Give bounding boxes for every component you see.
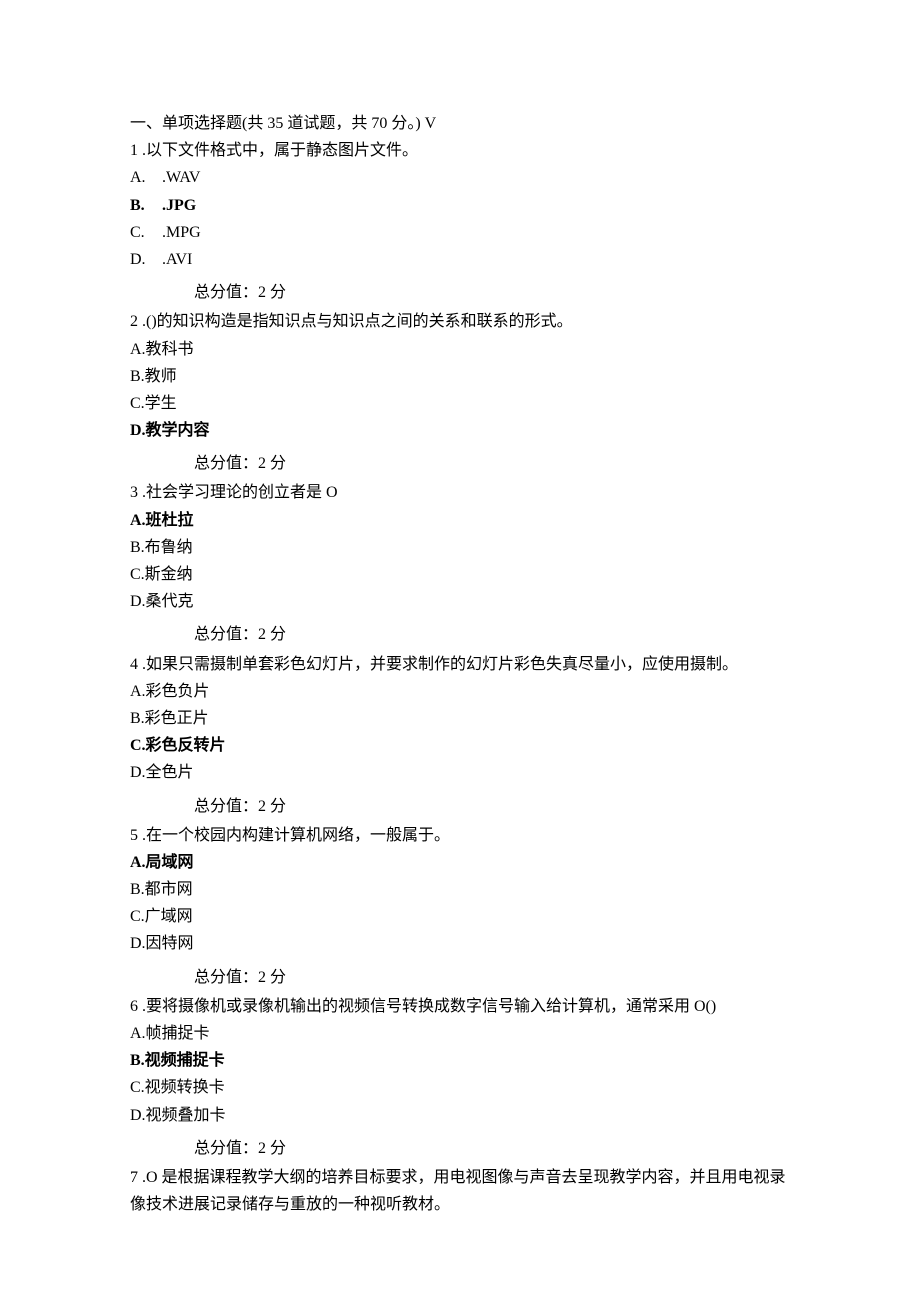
answer-option: A.教科书 [130,336,790,363]
answer-option: B.彩色正片 [130,705,790,732]
answer-option: A.局域网 [130,849,790,876]
question-score: 总分值：2 分 [130,793,790,820]
answer-option: A.班杜拉 [130,507,790,534]
answer-option: C.广域网 [130,903,790,930]
question-score: 总分值：2 分 [130,450,790,477]
option-label: C. [130,219,162,246]
question-stem: 7 .O 是根据课程教学大纲的培养目标要求，用电视图像与声音去呈现教学内容，并且… [130,1164,790,1218]
answer-option: D.教学内容 [130,417,790,444]
question-score: 总分值：2 分 [130,964,790,991]
question-stem: 1 .以下文件格式中，属于静态图片文件。 [130,137,790,164]
answer-option: A.彩色负片 [130,678,790,705]
answer-option: D.桑代克 [130,588,790,615]
answer-option: C.学生 [130,390,790,417]
exam-page: 一、单项选择题(共 35 道试题，共 70 分。) V1 .以下文件格式中，属于… [0,0,920,1301]
answer-option: B.布鲁纳 [130,534,790,561]
answer-option: C..MPG [130,219,790,246]
answer-option: C.视频转换卡 [130,1074,790,1101]
answer-option: A.帧捕捉卡 [130,1020,790,1047]
question-stem: 6 .要将摄像机或录像机输出的视频信号转换成数字信号输入给计算机，通常采用 O(… [130,993,790,1020]
question-stem: 2 .()的知识构造是指知识点与知识点之间的关系和联系的形式。 [130,308,790,335]
answer-option: D..AVI [130,246,790,273]
question-stem: 5 .在一个校园内构建计算机网络，一般属于。 [130,822,790,849]
answer-option: B.教师 [130,363,790,390]
question-stem: 4 .如果只需摄制单套彩色幻灯片，并要求制作的幻灯片彩色失真尽量小，应使用摄制。 [130,651,790,678]
option-text: .WAV [162,169,200,186]
answer-option: D.因特网 [130,930,790,957]
question-score: 总分值：2 分 [130,621,790,648]
answer-option: B..JPG [130,192,790,219]
question-score: 总分值：2 分 [130,279,790,306]
option-label: B. [130,192,162,219]
answer-option: D.全色片 [130,759,790,786]
question-stem: 3 .社会学习理论的创立者是 O [130,479,790,506]
answer-option: C.彩色反转片 [130,732,790,759]
answer-option: D.视频叠加卡 [130,1102,790,1129]
section-header: 一、单项选择题(共 35 道试题，共 70 分。) V [130,110,790,137]
question-score: 总分值：2 分 [130,1135,790,1162]
answer-option: B.都市网 [130,876,790,903]
option-text: .AVI [162,251,192,268]
answer-option: C.斯金纳 [130,561,790,588]
option-text: .JPG [162,197,196,214]
option-text: .MPG [162,224,201,241]
answer-option: B.视频捕捉卡 [130,1047,790,1074]
answer-option: A..WAV [130,164,790,191]
option-label: A. [130,164,162,191]
option-label: D. [130,246,162,273]
